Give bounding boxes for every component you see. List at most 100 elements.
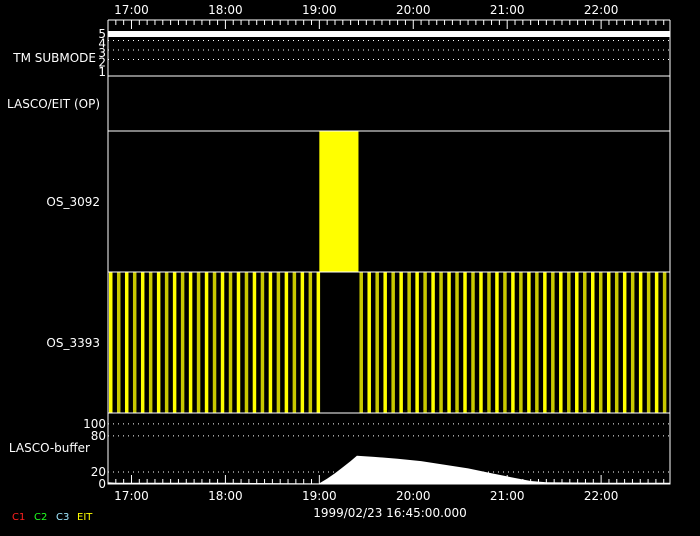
os3393-stripe — [638, 272, 643, 413]
os3393-stripe — [109, 272, 113, 413]
os3092-block — [319, 131, 359, 272]
os3393-stripe — [495, 272, 499, 413]
os3393-stripe — [606, 272, 611, 413]
top-x-tick-label: 19:00 — [302, 3, 337, 17]
panels — [108, 31, 670, 484]
os3393-stripe — [140, 272, 145, 413]
os3393-stripe — [575, 272, 579, 413]
os3393-stripe — [614, 272, 619, 413]
os3393-stripe — [367, 272, 371, 413]
os3393-stripe — [479, 272, 483, 413]
os3393-stripe — [252, 272, 257, 413]
os3393-stripe — [567, 272, 571, 413]
os3393-stripe — [439, 272, 443, 413]
panel-frame — [107, 32, 671, 77]
legend-c2: C2 — [34, 512, 47, 523]
os3393-stripe — [415, 272, 419, 413]
os3393-stripe — [431, 272, 435, 413]
os3393-stripe — [276, 272, 281, 413]
os3393-stripe — [407, 272, 411, 413]
legend-c3: C3 — [56, 512, 69, 523]
axes: 123450208010017:0017:0018:0018:0019:0019… — [83, 3, 671, 503]
top-x-tick-label: 18:00 — [208, 3, 243, 17]
os3393-stripe — [391, 272, 395, 413]
os3393-stripe — [124, 272, 129, 413]
os3393-stripe — [487, 272, 491, 413]
panel-label-tm-submode: TM SUBMODE — [12, 51, 96, 65]
os3393-stripe — [630, 272, 635, 413]
os3393-stripe — [172, 272, 177, 413]
os3393-stripe — [220, 272, 225, 413]
top-x-tick-label: 17:00 — [114, 3, 149, 17]
os3393-stripe — [308, 272, 313, 413]
os3393-stripe — [116, 272, 121, 413]
os3393-stripe — [511, 272, 515, 413]
os3393-stripe — [300, 272, 305, 413]
bottom-x-tick-label: 18:00 — [208, 489, 243, 503]
os3393-stripe — [196, 272, 201, 413]
os3393-stripe — [535, 272, 539, 413]
os3393-stripe — [164, 272, 169, 413]
os3393-stripe — [447, 272, 451, 413]
os3393-stripe — [212, 272, 217, 413]
panel-label-os-3393: OS_3393 — [46, 336, 100, 350]
bottom-x-tick-label: 17:00 — [114, 489, 149, 503]
os3393-stripe — [244, 272, 249, 413]
legend-c1: C1 — [12, 512, 25, 523]
os3393-stripe — [622, 272, 627, 413]
os3393-stripe — [188, 272, 193, 413]
os3393-stripe — [399, 272, 403, 413]
bottom-x-tick-label: 20:00 — [396, 489, 431, 503]
os3393-stripe — [375, 272, 379, 413]
os3393-stripe — [591, 272, 595, 413]
os3393-stripe — [236, 272, 241, 413]
os3393-stripe — [148, 272, 153, 413]
top-x-tick-label: 21:00 — [490, 3, 525, 17]
os3393-stripe — [463, 272, 467, 413]
os3393-stripe — [551, 272, 555, 413]
top-x-tick-label: 22:00 — [584, 3, 619, 17]
legend: C1 C2 C3 EIT — [12, 512, 93, 523]
os3393-stripe — [519, 272, 523, 413]
buffer-y-tick-label: 80 — [91, 429, 106, 443]
os3393-stripe — [180, 272, 185, 413]
os3393-stripe — [383, 272, 387, 413]
buffer-y-tick-label: 0 — [98, 477, 106, 491]
panel-frame — [107, 130, 671, 273]
os3393-stripe — [156, 272, 161, 413]
bottom-x-tick-label: 22:00 — [584, 489, 619, 503]
os3393-stripe — [228, 272, 233, 413]
tm-submode-bar — [108, 31, 670, 37]
buffer-y-tick-label: 100 — [83, 417, 106, 431]
os3393-stripe — [268, 272, 273, 413]
os3393-stripe — [455, 272, 459, 413]
panel-label-lasco-buffer: LASCO-buffer — [9, 441, 90, 455]
panel-label-os-3092: OS_3092 — [46, 195, 100, 209]
os3393-stripe — [583, 272, 587, 413]
os3393-stripe — [359, 272, 363, 413]
os3393-stripe — [292, 272, 297, 413]
os3393-stripe — [132, 272, 137, 413]
panel-frame — [107, 75, 671, 132]
os3393-stripe — [503, 272, 507, 413]
tm-y-tick-label: 5 — [98, 27, 106, 41]
buffer-y-tick-label: 20 — [91, 465, 106, 479]
date-label: 1999/02/23 16:45:00.000 — [313, 506, 467, 520]
bottom-x-tick-label: 21:00 — [490, 489, 525, 503]
os3393-stripe — [646, 272, 651, 413]
os3393-stripe — [284, 272, 289, 413]
os3393-stripe — [316, 272, 321, 413]
top-x-tick-label: 20:00 — [396, 3, 431, 17]
legend-eit: EIT — [77, 512, 93, 523]
os3393-stripe — [423, 272, 427, 413]
os3393-stripe — [559, 272, 563, 413]
os3393-stripe — [260, 272, 265, 413]
os3393-stripe — [654, 272, 659, 413]
os3393-stripe — [471, 272, 475, 413]
os3393-stripe — [598, 272, 603, 413]
os3393-stripe — [662, 272, 667, 413]
bottom-x-tick-label: 19:00 — [302, 489, 337, 503]
os3393-stripe — [204, 272, 209, 413]
os3393-stripe — [527, 272, 531, 413]
os3393-stripe — [543, 272, 547, 413]
